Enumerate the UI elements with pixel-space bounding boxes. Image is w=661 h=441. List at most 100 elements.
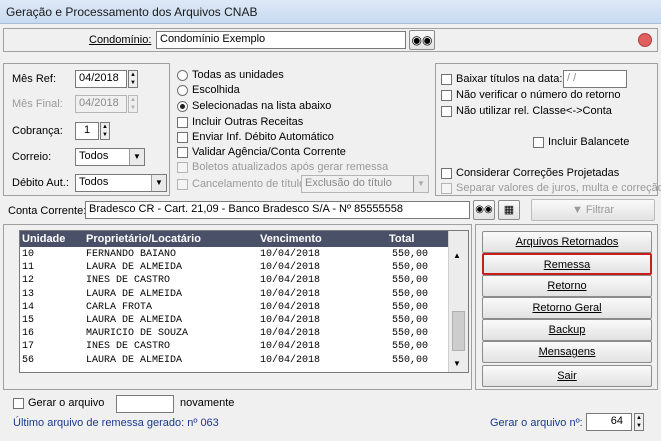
incluir-balancete-label[interactable]: Incluir Balancete [548,136,629,148]
radio-selecionadas[interactable] [177,101,188,112]
boletos-atualizados-label: Boletos atualizados após gerar remessa [192,161,389,173]
debito-select[interactable]: Todos ▼ [75,174,167,192]
col-total[interactable]: Total [389,233,414,245]
nao-utilizar-checkbox[interactable] [441,106,452,117]
table-row[interactable]: 12 INES DE CASTRO 10/04/2018 550,00 [20,275,448,288]
title-bar: Geração e Processamento dos Arquivos CNA… [0,0,661,24]
cell-proprietario: LAURA DE ALMEIDA [86,262,183,274]
retorno-geral-label: Retorno Geral [532,302,602,314]
mensagens-button[interactable]: Mensagens [482,341,652,363]
units-table[interactable]: Unidade Proprietário/Locatário Venciment… [19,230,469,373]
cell-total: 550,00 [392,354,429,366]
filter-label: Filtrar [585,204,615,216]
chevron-down-icon: ▼ [413,176,428,192]
table-row[interactable]: 13 LAURA DE ALMEIDA 10/04/2018 550,00 [20,289,448,302]
exclusao-value: Exclusão do título [305,177,392,189]
cell-unidade: 13 [22,288,35,300]
table-row[interactable]: 11 LAURA DE ALMEIDA 10/04/2018 550,00 [20,262,448,275]
validar-checkbox[interactable] [177,147,188,158]
cell-proprietario: INES DE CASTRO [86,341,171,353]
gerar-arquivo-checkbox[interactable] [13,398,24,409]
enviar-inf-label[interactable]: Enviar Inf. Débito Automático [192,131,334,143]
cell-unidade: 15 [22,315,35,326]
selecionadas-label[interactable]: Selecionadas na lista abaixo [192,100,331,112]
mes-ref-spinner[interactable]: ▲ ▼ [128,70,138,88]
table-row[interactable]: 14 CARLA FROTA 10/04/2018 550,00 [20,302,448,315]
actions-panel: Arquivos Retornados Remessa Retorno Reto… [475,224,658,390]
filter-button[interactable]: ▼ Filtrar [531,199,655,221]
cell-total: 550,00 [392,315,429,326]
table-scrollbar[interactable]: ▲ ▼ [448,231,468,372]
gerar-numero-field[interactable]: 64 [586,413,632,431]
cell-vencimento: 10/04/2018 [260,262,321,274]
col-unidade[interactable]: Unidade [22,233,65,245]
col-proprietario[interactable]: Proprietário/Locatário [86,233,201,245]
cell-unidade: 56 [22,354,35,366]
scroll-up-icon[interactable]: ▲ [453,251,461,260]
scroll-down-icon[interactable]: ▼ [453,359,461,368]
record-icon[interactable] [638,33,652,47]
correio-select[interactable]: Todos ▼ [75,148,145,166]
sair-label: Sair [557,370,577,382]
table-row[interactable]: 16 MAURICIO DE SOUZA 10/04/2018 550,00 [20,328,448,341]
escolhida-label[interactable]: Escolhida [192,84,240,96]
nao-utilizar-label[interactable]: Não utilizar rel. Classe<->Conta [456,105,612,117]
backup-button[interactable]: Backup [482,319,652,341]
cell-total: 550,00 [392,275,429,287]
incluir-outras-checkbox[interactable] [177,117,188,128]
baixar-checkbox[interactable] [441,74,452,85]
enviar-inf-checkbox[interactable] [177,132,188,143]
window-title: Geração e Processamento dos Arquivos CNA… [6,5,258,19]
debito-label: Débito Aut.: [12,177,69,189]
filter-icon: ▼ [571,204,586,216]
arquivos-retornados-button[interactable]: Arquivos Retornados [482,231,652,253]
mes-ref-field[interactable]: 04/2018 [75,70,127,88]
baixar-label[interactable]: Baixar títulos na data: [456,73,562,85]
cell-proprietario: FERNANDO BAIANO [86,249,177,260]
cell-unidade: 17 [22,341,35,353]
gerar-arquivo-field[interactable] [116,395,174,413]
incluir-outras-label[interactable]: Incluir Outras Receitas [192,116,303,128]
cobranca-field[interactable]: 1 [75,122,99,140]
chevron-down-icon[interactable]: ▼ [151,175,166,191]
nao-verificar-checkbox[interactable] [441,90,452,101]
calendar-icon[interactable]: ▦ [498,200,520,220]
radio-todas[interactable] [177,70,188,81]
remessa-button[interactable]: Remessa [482,253,652,275]
gerar-numero-spinner[interactable]: ▲ ▼ [634,413,644,431]
scroll-thumb[interactable] [452,311,465,351]
cell-proprietario: MAURICIO DE SOUZA [86,328,189,340]
baixar-date-field[interactable]: / / [563,70,627,88]
gerar-arquivo-label[interactable]: Gerar o arquivo [28,397,104,409]
retorno-geral-button[interactable]: Retorno Geral [482,297,652,319]
conta-field[interactable]: Bradesco CR - Cart. 21,09 - Banco Brades… [85,201,470,219]
mes-final-field: 04/2018 [75,95,127,113]
incluir-balancete-checkbox[interactable] [533,137,544,148]
sair-button[interactable]: Sair [482,365,652,387]
cobranca-spinner[interactable]: ▲ ▼ [100,122,110,140]
binoculars-icon[interactable]: ◉◉ [473,200,495,220]
backup-label: Backup [548,324,586,336]
nao-verificar-label[interactable]: Não verificar o número do retorno [456,89,620,101]
cell-vencimento: 10/04/2018 [260,288,321,300]
table-row[interactable]: 15 LAURA DE ALMEIDA 10/04/2018 550,00 [20,315,448,328]
binoculars-icon[interactable]: ◉◉ [409,30,435,50]
considerar-checkbox[interactable] [441,168,452,179]
cell-proprietario: LAURA DE ALMEIDA [86,315,183,326]
table-row[interactable]: 10 FERNANDO BAIANO 10/04/2018 550,00 [20,249,448,262]
considerar-label[interactable]: Considerar Correções Projetadas [456,167,619,179]
retorno-button[interactable]: Retorno [482,275,652,297]
cell-unidade: 11 [22,262,35,274]
radio-escolhida[interactable] [177,85,188,96]
validar-label[interactable]: Validar Agência/Conta Corrente [192,146,346,158]
parameters-panel: Mês Ref: 04/2018 ▲ ▼ Mês Final: 04/2018 ▲… [3,63,170,196]
cell-unidade: 16 [22,328,35,340]
condominio-field[interactable]: Condomínio Exemplo [156,31,406,49]
chevron-down-icon[interactable]: ▼ [129,149,144,165]
cell-unidade: 12 [22,275,35,287]
todas-label[interactable]: Todas as unidades [192,69,284,81]
cell-proprietario: LAURA DE ALMEIDA [86,288,183,300]
col-vencimento[interactable]: Vencimento [260,233,322,245]
table-row[interactable]: 17 INES DE CASTRO 10/04/2018 550,00 [20,341,448,354]
table-row[interactable]: 56 LAURA DE ALMEIDA 10/04/2018 550,00 [20,355,448,368]
